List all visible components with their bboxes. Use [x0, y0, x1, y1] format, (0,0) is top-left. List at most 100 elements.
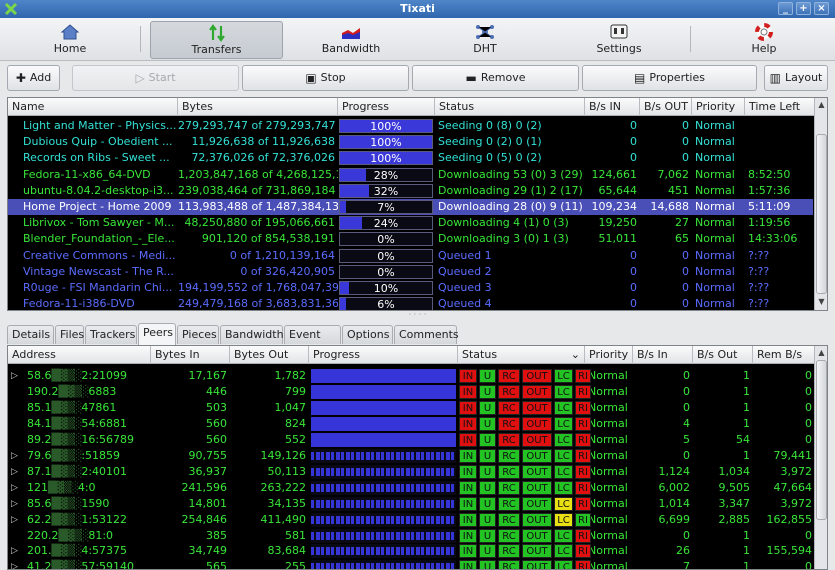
expand-arrow-icon[interactable]: ▷ — [11, 368, 18, 384]
transfer-row[interactable]: Dubious Quip - Obedient ... 11,926,638 of… — [8, 134, 813, 150]
scroll-down-icon[interactable]: ▼ — [815, 296, 827, 308]
col-peer-progress[interactable]: Progress — [309, 346, 458, 364]
peer-row[interactable]: ▷ 201.█▓▒░4:57375 34,749 83,684 Normal 26 1 155… — [8, 543, 813, 559]
expand-arrow-icon[interactable]: ▷ — [11, 543, 18, 559]
transfers-header: Name Bytes Progress Status B/s IN B/s OU… — [8, 98, 827, 116]
bandwidth-button[interactable]: Bandwidth — [292, 21, 410, 59]
scroll-up-icon[interactable]: ▲ — [815, 99, 827, 111]
expand-arrow-icon[interactable]: ▷ — [11, 559, 18, 569]
status-flag-rc: RC — [498, 528, 520, 543]
peer-row[interactable]: 85.1█▓▒░47861 503 1,047 Normal 0 1 0 IN U RC OUT LC… — [8, 400, 813, 416]
tab-bandwidth[interactable]: Bandwidth — [220, 325, 284, 344]
expand-arrow-icon[interactable]: ▷ — [11, 448, 18, 464]
col-bs-out[interactable]: B/s OUT — [640, 98, 692, 116]
transfer-row[interactable]: Librivox - Tom Sawyer - M... 48,250,880 o… — [8, 215, 813, 231]
transfer-row[interactable]: R0uge - FSI Mandarin Chi... 194,199,552 o… — [8, 280, 813, 296]
peer-row[interactable]: ▷ 41.2█▓▒░57:59140 565 255 Normal 7 1 0 IN U RC OUT… — [8, 559, 813, 569]
tab-event-log[interactable]: Event Log — [284, 325, 341, 359]
peer-row[interactable]: ▷ 79.6█▓▒░:51859 90,755 149,126 Normal 0 1 79,4… — [8, 448, 813, 464]
col-time-left[interactable]: Time Left — [745, 98, 815, 116]
peer-address: 190.2█▓▒░6883 — [24, 384, 151, 400]
transfer-row[interactable]: Fedora-11-i386-DVD 249,479,168 of 3,683,8… — [8, 296, 813, 311]
transfer-row[interactable]: Blender_Foundation_-_Ele... 901,120 of 85… — [8, 231, 813, 247]
peers-scrollbar[interactable]: ▲ — [814, 346, 827, 569]
start-button[interactable]: ▷ Start — [72, 65, 239, 91]
maximize-icon[interactable]: + — [796, 2, 811, 15]
transfer-row[interactable]: Vintage Newscast - The R... 0 of 326,420,… — [8, 264, 813, 280]
expand-arrow-icon[interactable]: ▷ — [11, 464, 18, 480]
tab-options[interactable]: Options — [342, 325, 393, 344]
status-flag-u: U — [479, 384, 496, 399]
transfers-scrollbar[interactable]: ▲ ▼ — [814, 98, 827, 310]
col-status[interactable]: Status — [435, 98, 585, 116]
tab-details[interactable]: Details — [7, 325, 54, 344]
transfers-button[interactable]: Transfers — [150, 21, 283, 59]
status-flag-u: U — [479, 560, 496, 569]
col-name[interactable]: Name — [8, 98, 178, 116]
col-bytes[interactable]: Bytes — [178, 98, 338, 116]
progress-percent: 6% — [377, 298, 395, 311]
peer-row[interactable]: ▷ 87.1█▓▒░2:40101 36,937 50,113 Normal 1,124 1… — [8, 464, 813, 480]
lifebuoy-help-icon — [755, 23, 773, 41]
col-peer-priority[interactable]: Priority — [585, 346, 633, 364]
tab-comments[interactable]: Comments — [394, 325, 459, 344]
col-progress[interactable]: Progress — [338, 98, 435, 116]
peer-row[interactable]: ▷ 121█▓▒░4:0 241,596 263,222 Normal 6,002 9,50… — [8, 480, 813, 496]
close-icon[interactable]: × — [814, 2, 829, 15]
status-flag-u: U — [479, 480, 496, 495]
transfer-row[interactable]: Home Project - Home 2009 113,983,488 of 1… — [8, 199, 813, 215]
peer-row[interactable]: 190.2█▓▒░6883 446 799 Normal 0 1 0 IN U RC OUT LC RI — [8, 384, 813, 400]
col-bs-in[interactable]: B/s IN — [585, 98, 640, 116]
stop-button[interactable]: ▣ Stop — [242, 65, 409, 91]
peer-progress-bar — [311, 560, 456, 569]
properties-button[interactable]: ▤ Properties — [582, 65, 757, 91]
pane-splitter[interactable]: · · · · — [0, 311, 835, 320]
col-bytes-out[interactable]: Bytes Out — [230, 346, 309, 364]
transfer-row[interactable]: Light and Matter - Physics... 279,293,747… — [8, 118, 813, 134]
remove-button[interactable]: ▬ Remove — [412, 65, 579, 91]
tab-peers[interactable]: Peers — [138, 323, 176, 345]
col-bytes-in[interactable]: Bytes In — [151, 346, 230, 364]
chevron-down-icon: ⌄ — [570, 348, 580, 361]
minimize-icon[interactable]: _ — [778, 2, 793, 15]
transfer-time-left: 8:52:50 — [748, 167, 791, 181]
help-button[interactable]: Help — [705, 21, 823, 59]
peer-row[interactable]: ▷ 85.6█▓▒░1590 14,801 34,135 Normal 1,014 3,34… — [8, 496, 813, 512]
add-button[interactable]: ✚ Add — [7, 65, 60, 91]
tab-trackers[interactable]: Trackers — [85, 325, 137, 344]
col-rem-bs[interactable]: Rem B/s — [753, 346, 815, 364]
peer-bs-out: 2,885 — [718, 512, 751, 526]
layout-button[interactable]: ▥ Layout — [764, 65, 828, 91]
home-button[interactable]: Home — [10, 21, 130, 59]
transfer-row[interactable]: ubuntu-8.04.2-desktop-i3... 239,038,464 o… — [8, 183, 813, 199]
scroll-thumb[interactable] — [816, 134, 827, 294]
scroll-thumb[interactable] — [816, 360, 827, 520]
col-priority[interactable]: Priority — [692, 98, 745, 116]
transfer-row[interactable]: Records on Ribs - Sweet ... 72,376,026 of… — [8, 150, 813, 166]
peer-priority: Normal — [588, 528, 628, 542]
peer-row[interactable]: ▷ 62.2█▓▒░1:53122 254,846 411,490 Normal 6,69… — [8, 512, 813, 528]
transfer-bs-in: 0 — [630, 297, 637, 311]
peer-row[interactable]: ▷ 58.6█▓▒░2:21099 17,167 1,782 Normal 0 1 0 IN U R… — [8, 368, 813, 384]
col-address[interactable]: Address — [8, 346, 151, 364]
progress-fill — [311, 400, 456, 415]
peer-row[interactable]: 220.2█▓▒░81:0 385 581 Normal 0 1 0 IN U RC OUT LC RI — [8, 528, 813, 544]
tab-files[interactable]: Files — [55, 325, 84, 344]
transfer-row[interactable]: Creative Commons - Medi... 0 of 1,210,139… — [8, 248, 813, 264]
transfer-row[interactable]: Fedora-11-x86_64-DVD 1,203,847,168 of 4,2… — [8, 167, 813, 183]
expand-arrow-icon[interactable]: ▷ — [11, 512, 18, 528]
peer-row[interactable]: 89.2█▓▒░16:56789 560 552 Normal 5 54 0 IN U RC OUT… — [8, 432, 813, 448]
peer-address: 79.6█▓▒░:51859 — [24, 448, 151, 464]
status-flag-rc: RC — [498, 384, 520, 399]
expand-arrow-icon[interactable]: ▷ — [11, 480, 18, 496]
tab-pieces[interactable]: Pieces — [177, 325, 219, 344]
scroll-up-icon[interactable]: ▲ — [815, 347, 827, 359]
dht-button[interactable]: DHT — [425, 21, 545, 59]
settings-button[interactable]: Settings — [560, 21, 678, 59]
expand-arrow-icon[interactable]: ▷ — [11, 496, 18, 512]
col-peer-bs-in[interactable]: B/s In — [633, 346, 693, 364]
transfer-name: Records on Ribs - Sweet ... — [23, 151, 170, 165]
col-peer-status[interactable]: Status ⌄ — [458, 346, 585, 364]
col-peer-bs-out[interactable]: B/s Out — [693, 346, 753, 364]
peer-row[interactable]: 84.1█▓▒░54:6881 560 824 Normal 4 1 0 IN U RC OUT LC… — [8, 416, 813, 432]
